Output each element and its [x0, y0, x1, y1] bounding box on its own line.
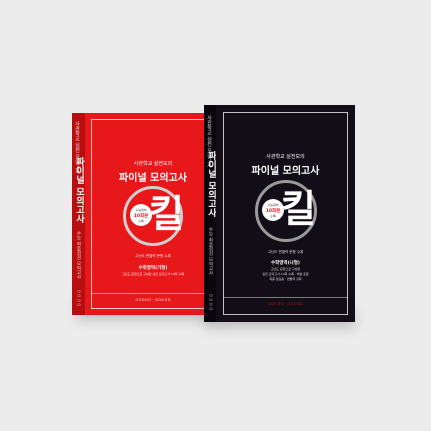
red-cover-publisher: ㅁㅁㅁㅁㅁ · ㅁㅁㅁㅁㅁ [135, 298, 171, 302]
product-scene: 사관학교 실전 모의고사 파이널 모의고사 수능 최종점검 모의고사 ㅁㅁㅁㅁ … [0, 0, 431, 431]
red-cover-title: 파이널 모의고사 [119, 173, 187, 184]
black-cover-desc-2: 실전 모의고사 10회 수록 · 해설 포함 [262, 272, 309, 276]
red-spine-bottom-text: ㅁㅁㅁㅁ [76, 289, 81, 307]
red-cover-divider [91, 293, 215, 294]
black-cover-tagline: 고난도 변별력 문항 수록 [267, 250, 304, 254]
red-book: 사관학교 실전 모의고사 파이널 모의고사 수능 최종점검 모의고사 ㅁㅁㅁㅁ … [72, 113, 221, 315]
red-cover-subject: 수학영역(가형) [138, 266, 168, 271]
red-cover-desc: 고난도 문항으로 구성된 실전 모의고사 10회 수록 [122, 272, 184, 276]
red-book-cover: 사관학교 실전모의 파이널 모의고사 수능대비 10회분 수록 킬 고난도 변별… [85, 113, 221, 315]
black-cover-desc-1: 고난도 문항으로 구성된 [270, 267, 301, 271]
red-spine-subtitle: 수능 최종점검 모의고사 [76, 231, 81, 279]
black-book-cover: 사관학교 실전모의 파이널 모의고사 수능대비 10회분 수록 킬 고난도 변별… [216, 105, 355, 322]
black-cover-title: 파이널 모의고사 [251, 166, 320, 177]
black-cover-subject: 수학영역(나형) [271, 261, 300, 266]
black-cover-divider [223, 297, 348, 298]
black-book-spine: 사관학교 실전 모의고사 파이널 모의고사 수능 최종점검 모의고사 ㅁㅁㅁㅁ [204, 105, 216, 322]
black-cover-desc-3: 최종 점검용 · 변별력 강화 [269, 277, 302, 281]
black-cover-series: 사관학교 실전모의 [266, 154, 305, 160]
red-cover-series: 사관학교 실전모의 [133, 161, 173, 167]
black-book: 사관학교 실전 모의고사 파이널 모의고사 수능 최종점검 모의고사 ㅁㅁㅁㅁ … [204, 105, 355, 322]
black-spine-bottom-text: ㅁㅁㅁㅁ [208, 293, 213, 311]
black-cover-glyph: 킬 [281, 186, 316, 231]
red-cover-tagline: 고난도 변별력 문항 수록 [135, 254, 171, 258]
black-cover-publisher: ㅁㅁㅁㅁㅁ · ㅁㅁㅁㅁㅁ [267, 302, 304, 306]
red-book-spine: 사관학교 실전 모의고사 파이널 모의고사 수능 최종점검 모의고사 ㅁㅁㅁㅁ [72, 113, 85, 315]
black-spine-subtitle: 수능 최종점검 모의고사 [208, 227, 213, 275]
red-cover-glyph: 킬 [149, 191, 184, 236]
